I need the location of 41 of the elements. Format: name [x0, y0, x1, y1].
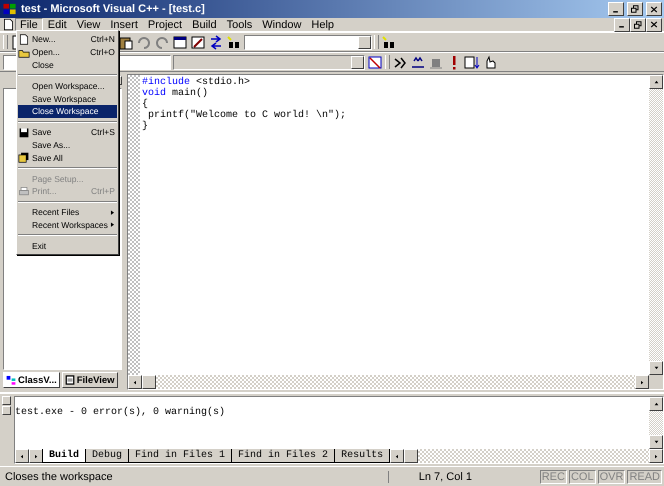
menu-item[interactable]: Close — [18, 58, 117, 72]
status-indicator: COL — [568, 470, 596, 484]
menu-item[interactable]: Recent Workspaces — [18, 218, 117, 232]
menu-item[interactable]: Project — [142, 18, 188, 31]
code-line: printf("Welcome to C world! \n"); — [147, 110, 348, 121]
status-indicator: REC — [540, 470, 567, 484]
output-tab[interactable]: Debug — [85, 449, 130, 463]
output-tab[interactable]: Find in Files 1 — [128, 449, 232, 463]
menu-item[interactable]: Window — [257, 18, 306, 31]
menu-item[interactable]: Save As... — [18, 138, 117, 152]
menu-item[interactable]: Recent Files — [18, 206, 117, 219]
menu-item[interactable]: New... Ctrl+N — [18, 33, 117, 46]
window-title: test - Microsoft Visual C++ - [test.c] — [21, 3, 205, 15]
output-tab[interactable]: Find in Files 2 — [231, 449, 336, 463]
menu-item[interactable]: Tools — [222, 18, 258, 31]
output-tab[interactable]: Build — [42, 449, 86, 463]
menu-item[interactable]: Close Workspace — [18, 104, 117, 118]
menu-item[interactable]: Exit — [18, 239, 117, 252]
menu-item[interactable]: Save Workspace — [18, 92, 117, 105]
code-line: void main() — [142, 88, 210, 99]
menu-item[interactable]: Help — [306, 18, 340, 31]
workspace-tab[interactable]: FileView — [62, 372, 118, 388]
code-line: } — [142, 121, 150, 132]
cursor-position: Ln 7, Col 1 — [388, 470, 538, 482]
code-line: #include <stdio.h> — [142, 77, 252, 88]
menu-item[interactable]: Build — [187, 18, 222, 31]
status-indicator: OVR — [598, 470, 626, 484]
menu-item[interactable]: Save All — [18, 151, 117, 164]
menu-item[interactable]: Open... Ctrl+O — [18, 46, 117, 59]
status-indicator: READ — [627, 470, 662, 484]
menu-item[interactable]: View — [72, 18, 106, 31]
menu-item[interactable]: Insert — [105, 18, 143, 31]
menu-item[interactable]: Save Ctrl+S — [18, 126, 117, 139]
menu-item[interactable]: Edit — [42, 18, 72, 31]
output-text: test.exe - 0 error(s), 0 warning(s) — [15, 406, 226, 420]
output-tab[interactable]: Results — [334, 449, 390, 463]
code-line: { — [142, 99, 148, 110]
code-editor[interactable]: #include <stdio.h> void main() { printf("Welcome to C world! \n"); } — [127, 74, 664, 390]
workspace-tab[interactable]: ClassV... — [3, 372, 60, 388]
menu-item[interactable]: Open Workspace... — [18, 79, 117, 92]
status-message: Closes the workspace — [4, 470, 114, 482]
